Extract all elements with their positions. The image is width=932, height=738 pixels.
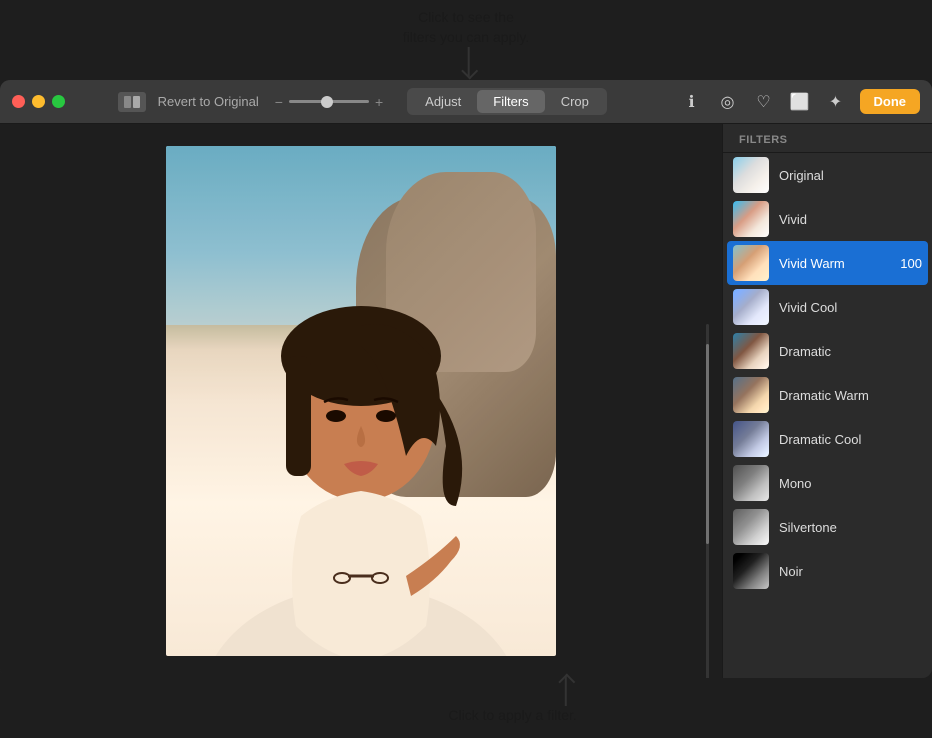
- titlebar-right: ℹ ◎ ♡ ⬜ ✦ Done: [680, 89, 921, 114]
- traffic-lights: [12, 95, 65, 108]
- close-button[interactable]: [12, 95, 25, 108]
- tooltip-bottom-text: Click to apply a filter.: [448, 707, 576, 723]
- filter-name-vivid-warm: Vivid Warm: [779, 256, 890, 271]
- filter-name-dramatic: Dramatic: [779, 344, 922, 359]
- zoom-slider: − +: [275, 94, 383, 110]
- filter-thumb-dramatic: [733, 333, 769, 369]
- tooltip-top-line2: filters you can apply.: [403, 29, 530, 45]
- minimize-button[interactable]: [32, 95, 45, 108]
- tab-filters[interactable]: Filters: [477, 90, 544, 113]
- filter-thumb-noir: [733, 553, 769, 589]
- filter-thumb-silvertone: [733, 509, 769, 545]
- tooltip-bottom-arrow: [565, 676, 567, 706]
- filter-name-vivid: Vivid: [779, 212, 922, 227]
- main-content: FILTERS OriginalVividVivid Warm100Vivid …: [0, 124, 932, 678]
- filter-name-noir: Noir: [779, 564, 922, 579]
- revert-button[interactable]: Revert to Original: [158, 94, 259, 109]
- slider-thumb: [321, 96, 333, 108]
- filters-header: FILTERS: [723, 124, 932, 153]
- filter-item-dramatic-cool[interactable]: Dramatic Cool: [723, 417, 932, 461]
- face-button[interactable]: ◎: [716, 90, 740, 114]
- scroll-indicator: [706, 324, 709, 678]
- filter-item-dramatic[interactable]: Dramatic: [723, 329, 932, 373]
- filter-item-original[interactable]: Original: [723, 153, 932, 197]
- tab-crop[interactable]: Crop: [545, 90, 605, 113]
- filter-item-noir[interactable]: Noir: [723, 549, 932, 593]
- filter-thumb-vivid: [733, 201, 769, 237]
- filter-thumb-original: [733, 157, 769, 193]
- tooltip-top-arrow: [467, 47, 469, 77]
- filters-sidebar: FILTERS OriginalVividVivid Warm100Vivid …: [722, 124, 932, 678]
- info-button[interactable]: ℹ: [680, 90, 704, 114]
- filter-name-dramatic-cool: Dramatic Cool: [779, 432, 922, 447]
- filter-item-vivid[interactable]: Vivid: [723, 197, 932, 241]
- tab-adjust[interactable]: Adjust: [409, 90, 477, 113]
- zoom-minus[interactable]: −: [275, 94, 283, 110]
- main-window: Revert to Original − + Adjust Filters Cr…: [0, 80, 932, 678]
- magic-button[interactable]: ✦: [824, 90, 848, 114]
- filter-name-dramatic-warm: Dramatic Warm: [779, 388, 922, 403]
- slider-track[interactable]: [289, 100, 369, 103]
- filter-thumb-mono: [733, 465, 769, 501]
- editing-tabs: Adjust Filters Crop: [407, 88, 607, 115]
- titlebar: Revert to Original − + Adjust Filters Cr…: [0, 80, 932, 124]
- filter-thumb-dramatic-warm: [733, 377, 769, 413]
- filter-item-vivid-warm[interactable]: Vivid Warm 100: [727, 241, 928, 285]
- filter-thumb-vivid-warm: [733, 245, 769, 281]
- photo-area: [0, 124, 722, 678]
- scroll-thumb: [706, 344, 709, 544]
- filter-item-dramatic-warm[interactable]: Dramatic Warm: [723, 373, 932, 417]
- filter-item-vivid-cool[interactable]: Vivid Cool: [723, 285, 932, 329]
- filter-name-silvertone: Silvertone: [779, 520, 922, 535]
- filter-name-mono: Mono: [779, 476, 922, 491]
- compare-button[interactable]: [118, 92, 146, 112]
- photo-background: [166, 146, 556, 656]
- filter-item-silvertone[interactable]: Silvertone: [723, 505, 932, 549]
- zoom-plus[interactable]: +: [375, 94, 383, 110]
- filter-item-mono[interactable]: Mono: [723, 461, 932, 505]
- filter-name-original: Original: [779, 168, 922, 183]
- share-button[interactable]: ⬜: [788, 90, 812, 114]
- done-button[interactable]: Done: [860, 89, 921, 114]
- titlebar-center: Revert to Original − + Adjust Filters Cr…: [65, 88, 660, 115]
- filter-name-vivid-cool: Vivid Cool: [779, 300, 922, 315]
- tooltip-top: Click to see the filters you can apply.: [403, 8, 530, 47]
- filter-value-vivid-warm: 100: [900, 256, 922, 271]
- photo-container: [166, 146, 556, 656]
- fullscreen-button[interactable]: [52, 95, 65, 108]
- portrait-svg: [166, 146, 556, 656]
- filter-list: Original Vivid Vivid Warm 100 Vivid Cool Dram…: [723, 153, 932, 678]
- tooltip-top-line1: Click to see the: [418, 9, 514, 25]
- tooltip-bottom: Click to apply a filter.: [448, 706, 576, 726]
- filter-thumb-dramatic-cool: [733, 421, 769, 457]
- filter-thumb-vivid-cool: [733, 289, 769, 325]
- favorite-button[interactable]: ♡: [752, 90, 776, 114]
